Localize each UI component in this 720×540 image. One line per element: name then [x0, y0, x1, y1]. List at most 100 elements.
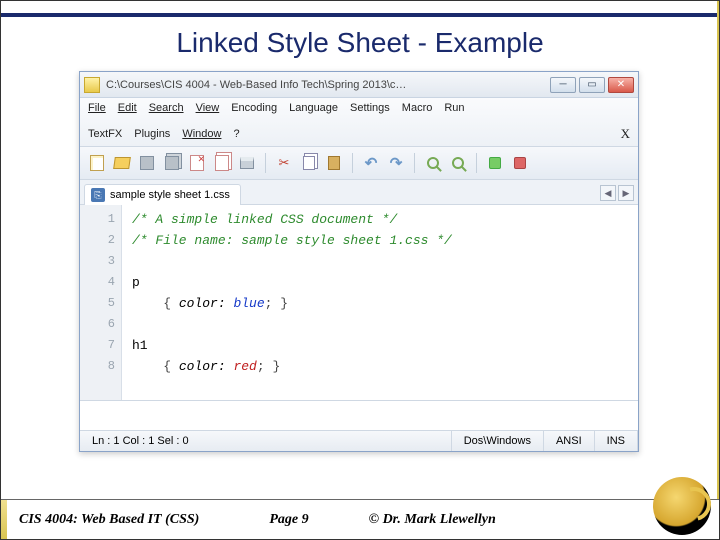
- code-value: red: [233, 359, 256, 374]
- status-eol: Dos\Windows: [452, 431, 544, 451]
- tab-nav: ◀ ▶: [600, 185, 634, 204]
- toolbar-divider: [414, 153, 415, 173]
- code-comment: /* File name: sample style sheet 1.css *…: [132, 233, 452, 248]
- menu-macro[interactable]: Macro: [402, 102, 433, 114]
- code-selector: p: [132, 275, 140, 290]
- line-number: 1: [80, 209, 115, 230]
- menu-run[interactable]: Run: [444, 102, 464, 114]
- macro-stop-icon: [514, 157, 526, 169]
- close-button[interactable]: ✕: [608, 77, 634, 93]
- print-button[interactable]: [236, 152, 258, 174]
- window-titlebar[interactable]: C:\Courses\CIS 4004 - Web-Based Info Tec…: [80, 72, 638, 98]
- toolbar-divider: [352, 153, 353, 173]
- status-bar: Ln : 1 Col : 1 Sel : 0 Dos\Windows ANSI …: [80, 431, 638, 451]
- redo-icon: ↷: [390, 154, 403, 172]
- code-area[interactable]: /* A simple linked CSS document */ /* Fi…: [122, 205, 638, 400]
- code-editor[interactable]: 1 2 3 4 5 6 7 8 /* A simple linked CSS d…: [80, 205, 638, 401]
- new-file-button[interactable]: [86, 152, 108, 174]
- tab-file[interactable]: ⎘ sample style sheet 1.css: [84, 184, 241, 205]
- replace-icon: [452, 157, 464, 169]
- line-number: 6: [80, 314, 115, 335]
- code-blank: [132, 314, 632, 335]
- line-number: 4: [80, 272, 115, 293]
- save-icon: [140, 156, 154, 170]
- cut-icon: ✂: [279, 155, 290, 171]
- toolbar: ✂ ↶ ↷: [80, 147, 638, 180]
- menu-search[interactable]: Search: [149, 102, 184, 114]
- open-folder-icon: [113, 157, 131, 169]
- line-number: 3: [80, 251, 115, 272]
- save-all-icon: [165, 156, 179, 170]
- copy-button[interactable]: [298, 152, 320, 174]
- redo-button[interactable]: ↷: [385, 152, 407, 174]
- macro-record-icon: [489, 157, 501, 169]
- menu-file[interactable]: File: [88, 102, 106, 114]
- maximize-button[interactable]: ▭: [579, 77, 605, 93]
- undo-button[interactable]: ↶: [360, 152, 382, 174]
- save-button[interactable]: [136, 152, 158, 174]
- tab-filename: sample style sheet 1.css: [110, 189, 230, 201]
- status-position: Ln : 1 Col : 1 Sel : 0: [80, 431, 452, 451]
- toolbar-divider: [265, 153, 266, 173]
- code-brace: ; }: [257, 359, 280, 374]
- code-selector: h1: [132, 338, 148, 353]
- menu-settings[interactable]: Settings: [350, 102, 390, 114]
- code-brace: ; }: [265, 296, 288, 311]
- paste-button[interactable]: [323, 152, 345, 174]
- toolbar-divider: [476, 153, 477, 173]
- close-file-icon: [190, 155, 204, 171]
- tab-bar: ⎘ sample style sheet 1.css ◀ ▶: [80, 180, 638, 205]
- menu-help[interactable]: ?: [233, 128, 239, 140]
- editor-window: C:\Courses\CIS 4004 - Web-Based Info Tec…: [79, 71, 639, 452]
- slide-title: Linked Style Sheet - Example: [1, 17, 719, 71]
- line-gutter: 1 2 3 4 5 6 7 8: [80, 205, 122, 400]
- new-file-icon: [90, 155, 104, 171]
- find-icon: [427, 157, 439, 169]
- menu-window[interactable]: Window: [182, 128, 221, 140]
- footer-author: © Dr. Mark Llewellyn: [369, 512, 496, 528]
- cut-button[interactable]: ✂: [273, 152, 295, 174]
- code-comment: /* A simple linked CSS document */: [132, 212, 397, 227]
- code-blank: [132, 251, 632, 272]
- menu-plugins[interactable]: Plugins: [134, 128, 170, 140]
- minimize-button[interactable]: ─: [550, 77, 576, 93]
- menu-encoding[interactable]: Encoding: [231, 102, 277, 114]
- close-all-icon: [215, 155, 229, 171]
- status-encoding: ANSI: [544, 431, 595, 451]
- save-all-button[interactable]: [161, 152, 183, 174]
- copy-icon: [303, 156, 315, 170]
- macro-stop-button[interactable]: [509, 152, 531, 174]
- window-buttons: ─ ▭ ✕: [550, 77, 634, 93]
- menu-view[interactable]: View: [196, 102, 220, 114]
- tab-prev-button[interactable]: ◀: [600, 185, 616, 201]
- line-number: 8: [80, 356, 115, 377]
- menu-close-x[interactable]: X: [621, 126, 630, 142]
- open-file-button[interactable]: [111, 152, 133, 174]
- slide-footer: CIS 4004: Web Based IT (CSS) Page 9 © Dr…: [1, 499, 719, 539]
- app-icon: [84, 77, 100, 93]
- close-all-button[interactable]: [211, 152, 233, 174]
- replace-button[interactable]: [447, 152, 469, 174]
- find-button[interactable]: [422, 152, 444, 174]
- line-number: 7: [80, 335, 115, 356]
- code-brace: {: [163, 359, 179, 374]
- print-icon: [240, 157, 254, 169]
- menubar: File Edit Search View Encoding Language …: [80, 98, 638, 147]
- code-value: blue: [233, 296, 264, 311]
- window-title: C:\Courses\CIS 4004 - Web-Based Info Tec…: [106, 79, 550, 91]
- editor-empty-space: [80, 401, 638, 431]
- line-number: 5: [80, 293, 115, 314]
- menu-edit[interactable]: Edit: [118, 102, 137, 114]
- menu-textfx[interactable]: TextFX: [88, 128, 122, 140]
- code-property: color:: [179, 359, 234, 374]
- slide: Linked Style Sheet - Example C:\Courses\…: [0, 0, 720, 540]
- code-property: color:: [179, 296, 234, 311]
- close-file-button[interactable]: [186, 152, 208, 174]
- tab-next-button[interactable]: ▶: [618, 185, 634, 201]
- menu-language[interactable]: Language: [289, 102, 338, 114]
- line-number: 2: [80, 230, 115, 251]
- paste-icon: [328, 156, 340, 170]
- ucf-logo: [653, 477, 711, 535]
- macro-record-button[interactable]: [484, 152, 506, 174]
- code-brace: {: [163, 296, 179, 311]
